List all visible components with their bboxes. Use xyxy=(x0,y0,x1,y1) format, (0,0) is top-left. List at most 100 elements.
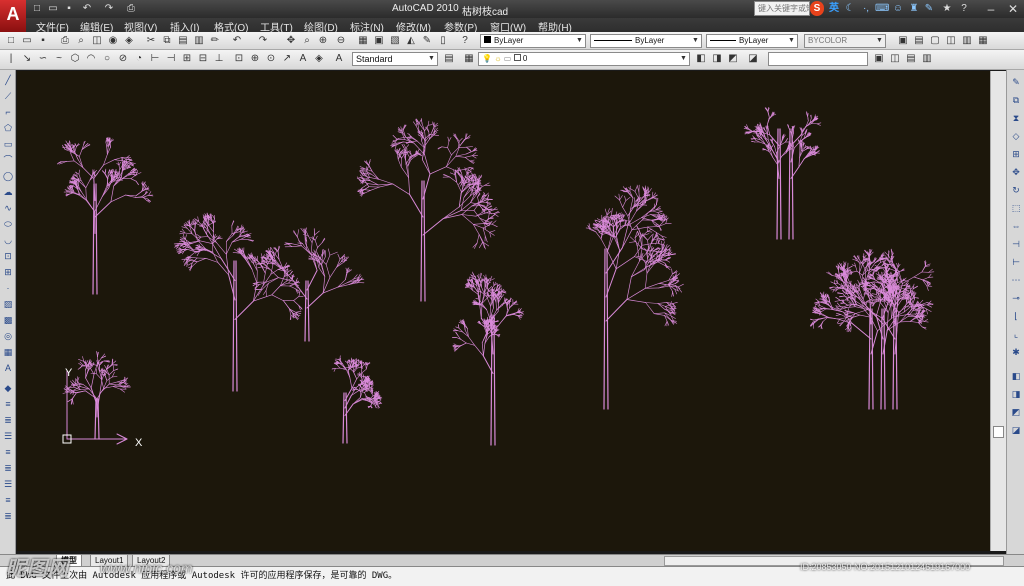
erase-icon[interactable]: ✎ xyxy=(1009,76,1023,88)
tolerance-icon[interactable]: ⊡ xyxy=(232,52,246,66)
3dprint-icon[interactable]: ◉ xyxy=(106,34,120,48)
help-icon[interactable]: ? xyxy=(957,1,971,16)
star-icon[interactable]: ★ xyxy=(940,1,954,16)
tool-palette-icon[interactable]: ▧ xyxy=(388,34,402,48)
save-icon[interactable]: ▪ xyxy=(62,2,76,16)
ray-icon[interactable]: ↘ xyxy=(20,52,34,66)
undo-icon[interactable]: ↶ xyxy=(80,2,94,16)
qopen-icon[interactable]: ▭ xyxy=(20,34,34,48)
design-center-icon[interactable]: ▣ xyxy=(372,34,386,48)
wrench-icon[interactable]: ✎ xyxy=(922,1,936,16)
vp-lock-icon[interactable]: ▦ xyxy=(976,34,990,48)
new-icon[interactable]: □ xyxy=(30,2,44,16)
polygon-icon[interactable]: ⬡ xyxy=(68,52,82,66)
maximize-vp-icon[interactable]: ▢ xyxy=(928,34,942,48)
paste-special-icon[interactable]: ▥ xyxy=(192,34,206,48)
rotate-icon[interactable]: ↻ xyxy=(1009,184,1023,196)
stack4-icon[interactable]: ≡ xyxy=(1,446,15,458)
ucs-icon[interactable]: ▣ xyxy=(872,52,886,66)
layer-props-icon[interactable]: ▤ xyxy=(442,52,456,66)
array-icon[interactable]: ⊞ xyxy=(1009,148,1023,160)
layer-select[interactable]: 💡 ☼ ▭ 0 ▼ xyxy=(478,52,690,66)
shirt-icon[interactable]: ♜ xyxy=(907,1,921,16)
fillet-icon[interactable]: ⌞ xyxy=(1009,328,1023,340)
revcloud-icon[interactable]: ☁ xyxy=(1,186,15,198)
textstyle-icon[interactable]: A xyxy=(332,52,346,66)
open-icon[interactable]: ▭ xyxy=(46,2,60,16)
stack8-icon[interactable]: ≣ xyxy=(1,510,15,522)
lineweight-select[interactable]: ByLayer ▼ xyxy=(706,34,798,48)
qnew-icon[interactable]: □ xyxy=(4,34,18,48)
circle-icon[interactable]: ○ xyxy=(100,52,114,66)
etransmit-icon[interactable]: ◈ xyxy=(122,34,136,48)
minimize-icon[interactable]: – xyxy=(980,0,1002,18)
line-icon[interactable]: ╱ xyxy=(1,74,15,86)
keyboard-icon[interactable]: ⌨ xyxy=(875,1,889,16)
layer-manager-icon[interactable]: ▦ xyxy=(462,52,476,66)
table-icon[interactable]: ⊞ xyxy=(180,52,194,66)
polyline-draw-icon[interactable]: ⌐ xyxy=(1,106,15,118)
linetype-select[interactable]: ByLayer ▼ xyxy=(590,34,702,48)
stack-icon[interactable]: ≡ xyxy=(1,398,15,410)
ellipse-icon[interactable]: ⬭ xyxy=(1,218,15,230)
dim-aligned-icon[interactable]: ⊣ xyxy=(164,52,178,66)
draworder4-icon[interactable]: ◪ xyxy=(1009,424,1023,436)
draworder-icon[interactable]: ◧ xyxy=(1009,370,1023,382)
stack7-icon[interactable]: ≡ xyxy=(1,494,15,506)
make-block-icon[interactable]: ⊞ xyxy=(1,266,15,278)
mtext-icon[interactable]: A xyxy=(296,52,310,66)
copy-icon[interactable]: ⧉ xyxy=(160,34,174,48)
qsave-icon[interactable]: ▪ xyxy=(36,34,50,48)
region-icon[interactable]: ◎ xyxy=(1,330,15,342)
scroll-thumb[interactable] xyxy=(993,426,1004,438)
vertical-scrollbar[interactable] xyxy=(990,71,1006,551)
stack3-icon[interactable]: ☰ xyxy=(1,430,15,442)
layer-iso-icon[interactable]: ◨ xyxy=(710,52,724,66)
paste-icon[interactable]: ▤ xyxy=(176,34,190,48)
spline-draw-icon[interactable]: ∿ xyxy=(1,202,15,214)
mtext-draw-icon[interactable]: A xyxy=(1,362,15,374)
radius-icon[interactable]: ◔ xyxy=(132,52,146,66)
user-icon[interactable]: ☺ xyxy=(891,1,905,16)
quickcalc-icon[interactable]: ▯ xyxy=(436,34,450,48)
help-tb-icon[interactable]: ? xyxy=(458,34,472,48)
spline-icon[interactable]: ~ xyxy=(52,52,66,66)
ucs-face-icon[interactable]: ▥ xyxy=(920,52,934,66)
dim-linear-icon[interactable]: ⊢ xyxy=(148,52,162,66)
polyline-icon[interactable]: ∽ xyxy=(36,52,50,66)
draworder3-icon[interactable]: ◩ xyxy=(1009,406,1023,418)
plotstyle-select[interactable]: BYCOLOR ▼ xyxy=(804,34,886,48)
join-icon[interactable]: ⊸ xyxy=(1009,292,1023,304)
undo-tb-icon[interactable]: ↶ xyxy=(230,34,244,48)
no-symbol-icon[interactable]: ⊘ xyxy=(116,52,130,66)
ucs-prev-icon[interactable]: ▤ xyxy=(904,52,918,66)
stretch-icon[interactable]: ⇔ xyxy=(1009,220,1023,232)
print-icon[interactable]: ⎙ xyxy=(124,2,138,16)
draworder2-icon[interactable]: ◨ xyxy=(1009,388,1023,400)
redo-tb-icon[interactable]: ↷ xyxy=(256,34,270,48)
search-input[interactable]: 键入关键字或短语 xyxy=(754,1,810,16)
properties-icon[interactable]: ▦ xyxy=(356,34,370,48)
arc-draw-icon[interactable]: ⌒ xyxy=(1,154,15,166)
text-style-select[interactable]: Standard ▼ xyxy=(352,52,438,66)
match-prop-icon[interactable]: ✏ xyxy=(208,34,222,48)
zoom-realtime-icon[interactable]: ⌕ xyxy=(300,34,314,48)
center-mark-icon[interactable]: ⊕ xyxy=(248,52,262,66)
dimstyle-icon[interactable]: ◈ xyxy=(312,52,326,66)
chamfer-icon[interactable]: ⌊ xyxy=(1009,310,1023,322)
close-icon[interactable]: ✕ xyxy=(1002,0,1024,18)
extend-icon[interactable]: ⊢ xyxy=(1009,256,1023,268)
layer-color-select[interactable]: ByLayer ▼ xyxy=(480,34,586,48)
redo-icon[interactable]: ↷ xyxy=(102,2,116,16)
tile-icon[interactable]: ▤ xyxy=(912,34,926,48)
dim-baseline-icon[interactable]: ⊥ xyxy=(212,52,226,66)
arc-icon[interactable]: ◠ xyxy=(84,52,98,66)
stack6-icon[interactable]: ☰ xyxy=(1,478,15,490)
circle-draw-icon[interactable]: ◯ xyxy=(1,170,15,182)
ellipse-arc-icon[interactable]: ◡ xyxy=(1,234,15,246)
layer-walk-icon[interactable]: ◪ xyxy=(746,52,760,66)
sheet-set-icon[interactable]: ◭ xyxy=(404,34,418,48)
blank-combo[interactable] xyxy=(768,52,868,66)
ime-logo-icon[interactable]: S xyxy=(810,1,824,16)
construction-line-icon[interactable]: ⟋ xyxy=(1,90,15,102)
